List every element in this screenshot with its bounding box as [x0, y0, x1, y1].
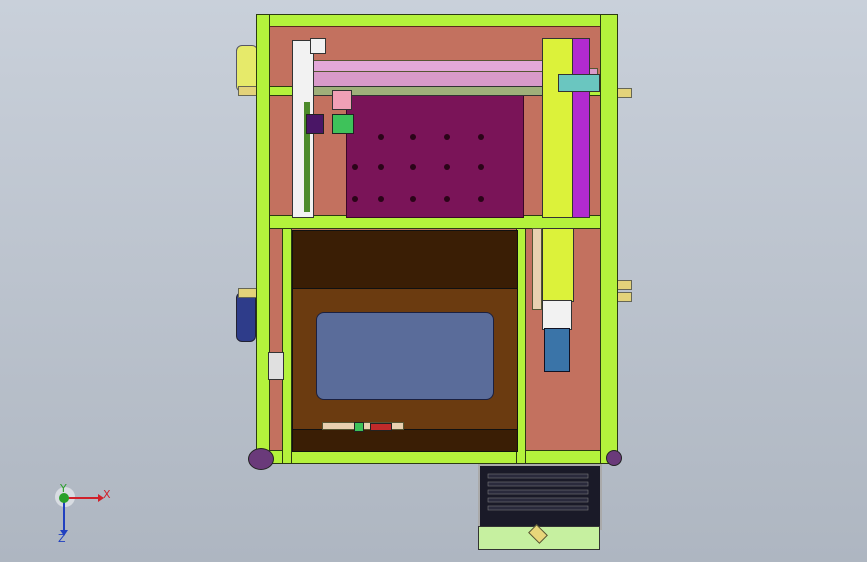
right-actuator-yellow[interactable] — [542, 38, 574, 218]
tray-handle-red[interactable] — [370, 423, 392, 431]
right-actuator-magenta[interactable] — [572, 38, 590, 218]
carriage-pink[interactable] — [332, 90, 352, 110]
frame-post-left-inner — [282, 228, 292, 464]
right-rail-strip — [532, 228, 542, 310]
right-actuator-lower — [542, 228, 574, 302]
control-box-vent-grid — [487, 473, 589, 511]
frame-post-right — [600, 14, 618, 464]
x-axis-label: X — [103, 488, 111, 501]
work-plate[interactable] — [346, 94, 524, 218]
z-axis-label: Z — [58, 532, 66, 545]
control-box[interactable] — [478, 464, 602, 530]
tray-window[interactable] — [316, 312, 494, 400]
tray-handle-green[interactable] — [354, 422, 364, 432]
left-cylinder-bottom — [236, 292, 256, 342]
motor-icon[interactable] — [544, 328, 570, 372]
frame-bar-bottom — [256, 450, 618, 464]
carriage-purple[interactable] — [306, 114, 324, 134]
right-actuator-motor-mount — [542, 300, 572, 330]
axis-triad: X Y Z — [50, 482, 120, 552]
foot-left — [248, 448, 274, 470]
carriage-green[interactable] — [332, 114, 354, 134]
left-clamp — [268, 352, 284, 380]
foot-right — [606, 450, 622, 466]
left-rail-bracket — [310, 38, 326, 54]
gantry-top-rail — [296, 60, 554, 72]
y-axis-label: Y — [60, 482, 67, 495]
frame-post-left — [256, 14, 270, 464]
cad-model-view[interactable] — [236, 10, 636, 550]
work-plate-holes — [352, 134, 484, 202]
gantry-end-cap — [558, 74, 600, 92]
left-cylinder-top — [236, 45, 258, 92]
